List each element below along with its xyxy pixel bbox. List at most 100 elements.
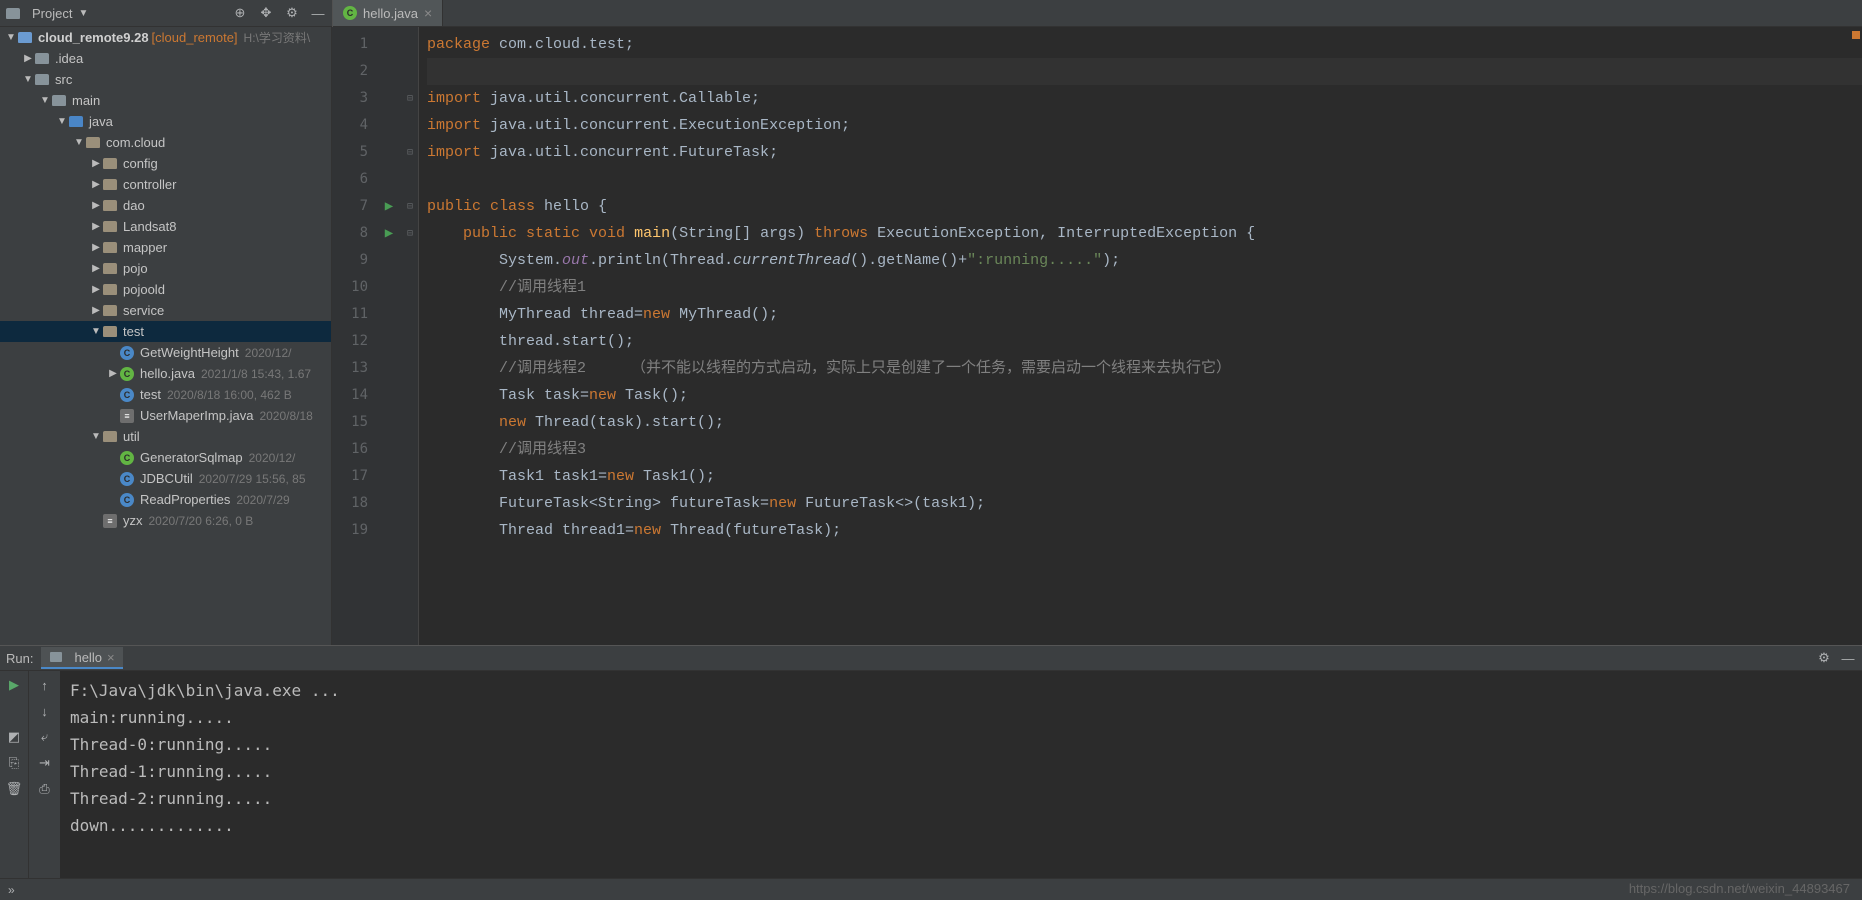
- locate-icon[interactable]: ⊕: [232, 5, 248, 21]
- editor[interactable]: 12345678910111213141516171819 ▶▶ ⊟⊟⊟⊟ pa…: [332, 27, 1862, 645]
- scroll-end-icon[interactable]: ⇥: [37, 755, 53, 771]
- code-line[interactable]: System.out.println(Thread.currentThread(…: [427, 247, 1862, 274]
- tree-item-meta: 2020/7/20 6:26, 0 B: [149, 514, 254, 528]
- print-icon[interactable]: ⎙: [37, 781, 53, 797]
- code-line[interactable]: //调用线程1: [427, 274, 1862, 301]
- stop-icon[interactable]: [6, 703, 22, 719]
- run-gutter[interactable]: ▶▶: [376, 27, 402, 645]
- chevron-down-icon[interactable]: ▼: [4, 32, 18, 43]
- tree-item[interactable]: ▶pojo: [0, 258, 331, 279]
- project-tree[interactable]: ▼ cloud_remote9.28[cloud_remote] H:\学习资料…: [0, 27, 332, 645]
- tree-root[interactable]: ▼ cloud_remote9.28[cloud_remote] H:\学习资料…: [0, 27, 331, 48]
- code-line[interactable]: package com.cloud.test;: [427, 31, 1862, 58]
- chevron-right-icon[interactable]: ▶: [89, 242, 103, 253]
- tree-item[interactable]: CReadProperties2020/7/29: [0, 489, 331, 510]
- code-line[interactable]: //调用线程2 （并不能以线程的方式启动，实际上只是创建了一个任务，需要启动一个…: [427, 355, 1862, 382]
- gear-icon[interactable]: ⚙: [1816, 650, 1832, 666]
- tree-item[interactable]: ▶controller: [0, 174, 331, 195]
- gear-icon[interactable]: ⚙: [284, 5, 300, 21]
- tree-item[interactable]: ▶service: [0, 300, 331, 321]
- package-icon: [103, 199, 117, 213]
- code-line[interactable]: Task1 task1=new Task1();: [427, 463, 1862, 490]
- code-area[interactable]: package com.cloud.test; import java.util…: [419, 27, 1862, 645]
- tree-item[interactable]: ▶mapper: [0, 237, 331, 258]
- chevron-down-icon[interactable]: ▼: [72, 137, 86, 148]
- code-line[interactable]: thread.start();: [427, 328, 1862, 355]
- close-icon[interactable]: ×: [424, 5, 432, 21]
- chevron-right-icon[interactable]: ▶: [106, 368, 120, 379]
- tree-item[interactable]: CGeneratorSqlmap2020/12/: [0, 447, 331, 468]
- code-line[interactable]: [427, 166, 1862, 193]
- code-line[interactable]: Task task=new Task();: [427, 382, 1862, 409]
- expand-icon[interactable]: ✥: [258, 5, 274, 21]
- tree-item[interactable]: ▼util: [0, 426, 331, 447]
- tree-item[interactable]: CGetWeightHeight2020/12/: [0, 342, 331, 363]
- project-header-label[interactable]: Project: [32, 6, 72, 21]
- tree-item[interactable]: ▶config: [0, 153, 331, 174]
- code-line[interactable]: //调用线程3: [427, 436, 1862, 463]
- tree-item[interactable]: ▶.idea: [0, 48, 331, 69]
- tree-item[interactable]: ▶dao: [0, 195, 331, 216]
- tree-item[interactable]: ▼main: [0, 90, 331, 111]
- code-line[interactable]: public static void main(String[] args) t…: [427, 220, 1862, 247]
- tree-item[interactable]: ▶pojoold: [0, 279, 331, 300]
- soft-wrap-icon[interactable]: ⤶: [37, 729, 53, 745]
- run-line-icon[interactable]: ▶: [376, 193, 402, 220]
- code-line[interactable]: import java.util.concurrent.Callable;: [427, 85, 1862, 112]
- tree-item[interactable]: ▶Landsat8: [0, 216, 331, 237]
- tree-item[interactable]: ▶Chello.java2021/1/8 15:43, 1.67: [0, 363, 331, 384]
- code-line[interactable]: Thread thread1=new Thread(futureTask);: [427, 517, 1862, 544]
- tree-item[interactable]: ▼com.cloud: [0, 132, 331, 153]
- package-icon: [103, 262, 117, 276]
- tree-item[interactable]: ≡UserMaperImp.java2020/8/18: [0, 405, 331, 426]
- hide-icon[interactable]: —: [310, 5, 326, 21]
- trash-icon[interactable]: 🗑: [6, 781, 22, 797]
- chevron-right-icon[interactable]: ▶: [21, 53, 35, 64]
- chevron-down-icon[interactable]: ▼: [55, 116, 69, 127]
- chevron-right-icon[interactable]: ▶: [89, 179, 103, 190]
- tree-item[interactable]: ▼java: [0, 111, 331, 132]
- module-icon: [18, 31, 32, 45]
- chevron-right-icon[interactable]: ▶: [89, 158, 103, 169]
- tab-hello-java[interactable]: C hello.java ×: [333, 0, 443, 26]
- code-line[interactable]: MyThread thread=new MyThread();: [427, 301, 1862, 328]
- tree-item[interactable]: Ctest2020/8/18 16:00, 462 B: [0, 384, 331, 405]
- code-line[interactable]: FutureTask<String> futureTask=new Future…: [427, 490, 1862, 517]
- code-line[interactable]: new Thread(task).start();: [427, 409, 1862, 436]
- screenshot-icon[interactable]: ◩: [6, 729, 22, 745]
- run-line-icon[interactable]: ▶: [376, 220, 402, 247]
- down-icon[interactable]: ↓: [37, 703, 53, 719]
- chevron-down-icon[interactable]: ▼: [78, 8, 88, 19]
- tree-item[interactable]: ▼src: [0, 69, 331, 90]
- exit-icon[interactable]: ⎘: [6, 755, 22, 771]
- chevron-down-icon[interactable]: ▼: [89, 431, 103, 442]
- code-line[interactable]: import java.util.concurrent.ExecutionExc…: [427, 112, 1862, 139]
- tree-item[interactable]: ▼test: [0, 321, 331, 342]
- tree-item[interactable]: ≡yzx2020/7/20 6:26, 0 B: [0, 510, 331, 531]
- chevron-down-icon[interactable]: ▼: [38, 95, 52, 106]
- tree-item[interactable]: CJDBCUtil2020/7/29 15:56, 85: [0, 468, 331, 489]
- rerun-icon[interactable]: ▶: [6, 677, 22, 693]
- up-icon[interactable]: ↑: [37, 677, 53, 693]
- hide-icon[interactable]: —: [1840, 650, 1856, 666]
- chevron-right-icon[interactable]: ▶: [89, 200, 103, 211]
- code-line[interactable]: import java.util.concurrent.FutureTask;: [427, 139, 1862, 166]
- fold-gutter[interactable]: ⊟⊟⊟⊟: [402, 27, 418, 645]
- folder-icon: [35, 73, 49, 87]
- run-console[interactable]: F:\Java\jdk\bin\java.exe ... main:runnin…: [60, 671, 1862, 878]
- main-split: ▼ cloud_remote9.28[cloud_remote] H:\学习资料…: [0, 27, 1862, 645]
- run-title: Run:: [6, 651, 33, 666]
- code-line[interactable]: public class hello {: [427, 193, 1862, 220]
- chevron-right-icon[interactable]: ▶: [89, 305, 103, 316]
- close-icon[interactable]: ×: [107, 650, 115, 665]
- chevron-down-icon[interactable]: ▼: [89, 326, 103, 337]
- run-tab-hello[interactable]: hello ×: [41, 647, 122, 669]
- chevron-right-icon[interactable]: ▶: [89, 263, 103, 274]
- chevron-right-icon[interactable]: ▶: [89, 221, 103, 232]
- chevron-right-icon[interactable]: ▶: [89, 284, 103, 295]
- code-line[interactable]: [427, 58, 1862, 85]
- warning-stripe-icon[interactable]: [1852, 31, 1860, 39]
- editor-gutter: 12345678910111213141516171819 ▶▶ ⊟⊟⊟⊟: [332, 27, 419, 645]
- chevron-down-icon[interactable]: ▼: [21, 74, 35, 85]
- show-more-icon[interactable]: »: [8, 883, 15, 897]
